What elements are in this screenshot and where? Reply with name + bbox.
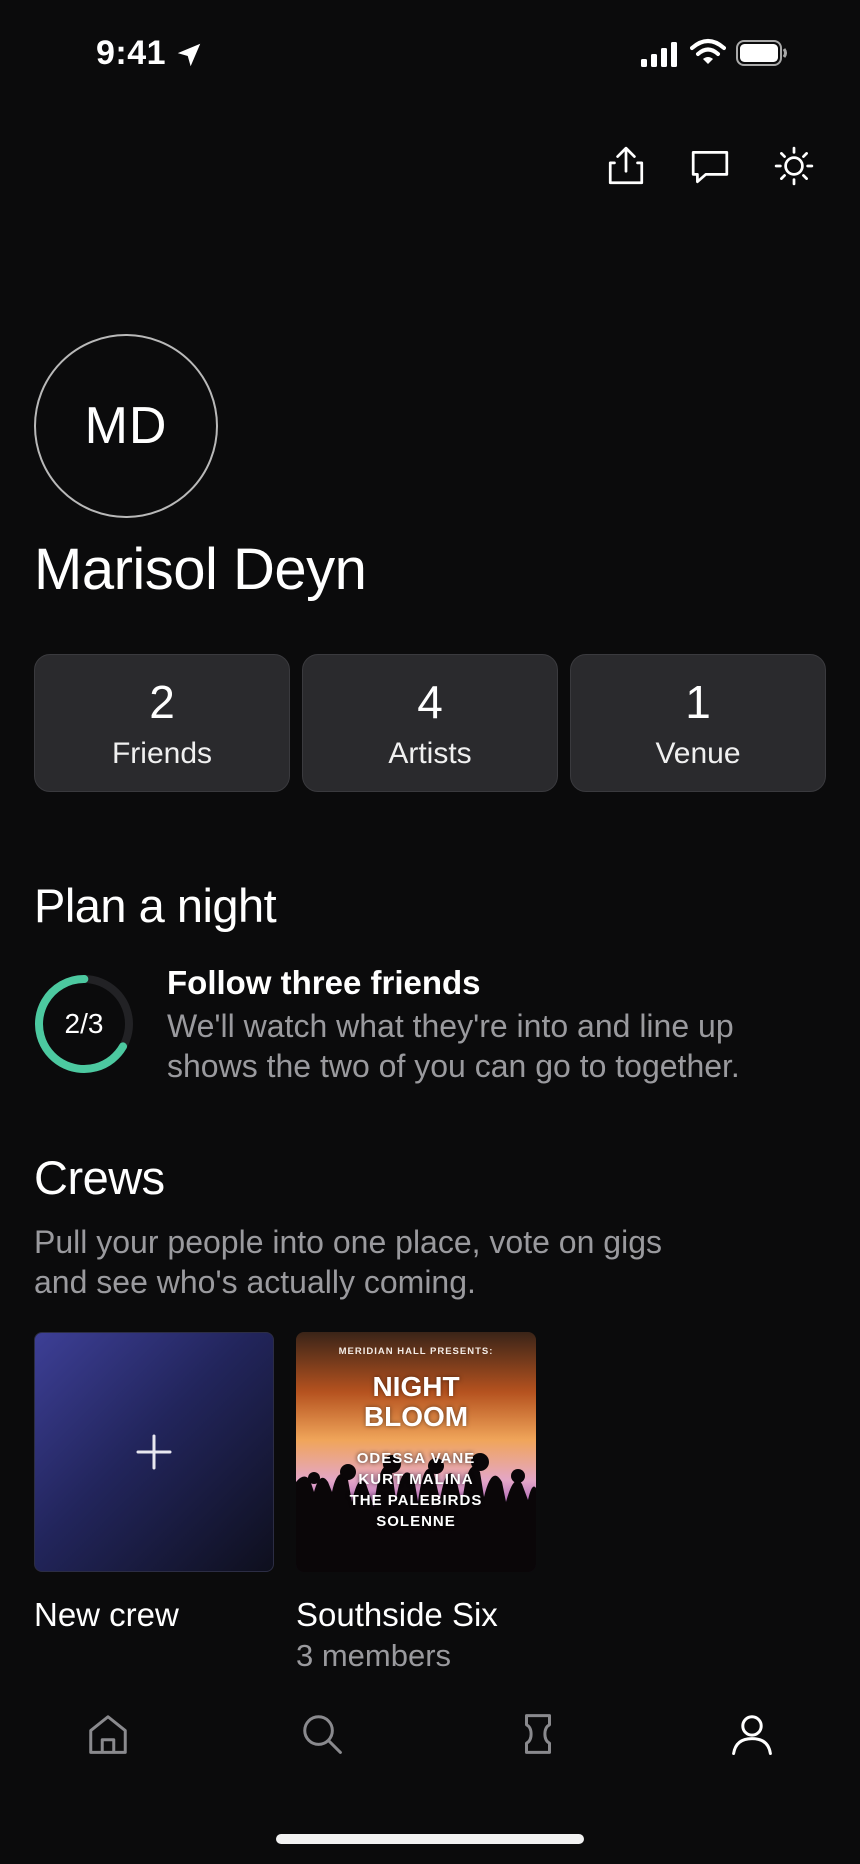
new-crew-button[interactable] [34,1332,274,1572]
tab-home[interactable] [78,1704,138,1764]
poster-artist: SOLENNE [376,1513,456,1530]
task-description: We'll watch what they're into and line u… [167,1008,740,1084]
stat-number: 4 [417,676,443,728]
new-crew-label[interactable]: New crew [34,1596,179,1634]
home-icon [89,1715,127,1754]
stat-number: 2 [149,676,175,728]
message-icon [691,150,729,184]
status-time: 9:41 [96,34,167,72]
poster-title: NIGHT BLOOM [296,1372,536,1432]
brightness-icon [774,146,814,186]
stat-artists[interactable]: 4 Artists [302,654,558,792]
poster-artist: KURT MALINA [358,1471,474,1488]
battery-icon [736,40,787,66]
poster-kicker: MERIDIAN HALL PRESENTS: [338,1346,494,1357]
crews-section-title: Crews [34,1151,165,1204]
search-icon [303,1715,342,1754]
progress-label: 2/3 [64,1008,104,1039]
stat-friends[interactable]: 2 Friends [34,654,290,792]
status-bar: 9:41 [0,0,860,110]
wifi-icon [690,39,726,64]
stat-label: Artists [388,737,472,770]
crew-card-southside-six[interactable]: MERIDIAN HALL PRESENTS: NIGHT BLOOM ODES… [296,1332,536,1572]
stat-label: Venue [655,737,741,770]
crew-name[interactable]: Southside Six [296,1596,498,1634]
profile-name: Marisol Deyn [34,537,367,602]
stat-number: 1 [685,676,711,728]
share-button[interactable] [600,140,652,192]
plus-icon [136,1434,172,1470]
plan-section-title: Plan a night [34,879,277,932]
stat-label: Friends [111,737,213,770]
tab-tickets[interactable] [508,1704,568,1764]
avatar-initials: MD [84,397,168,455]
profile-icon [732,1715,772,1756]
brightness-button[interactable] [768,140,820,192]
share-icon [608,146,644,185]
crews-description: Pull your people into one place, vote on… [34,1224,662,1300]
location-arrow-icon [177,43,201,67]
tab-search[interactable] [292,1704,352,1764]
ticket-icon [525,1714,551,1754]
cellular-signal-icon [641,42,677,67]
poster-title-line: BLOOM [363,1401,469,1432]
stat-venue[interactable]: 1 Venue [570,654,826,792]
task-title[interactable]: Follow three friends [167,964,481,1002]
poster-title-line: NIGHT [372,1371,460,1402]
poster-lineup: ODESSA VANE KURT MALINA THE PALEBIRDS SO… [296,1448,536,1532]
home-indicator [276,1834,584,1844]
messages-button[interactable] [684,140,736,192]
tab-profile[interactable] [722,1704,782,1764]
avatar[interactable]: MD [34,334,218,518]
poster-artist: THE PALEBIRDS [349,1492,483,1509]
poster-artist: ODESSA VANE [356,1450,476,1467]
top-actions [0,140,860,192]
crew-member-count: 3 members [296,1638,452,1673]
